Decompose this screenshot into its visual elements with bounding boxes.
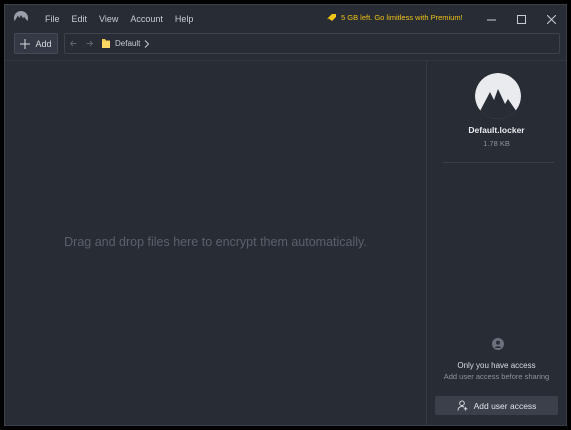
chevron-right-icon	[145, 39, 150, 48]
add-button-label: Add	[35, 38, 52, 49]
menu-bar: File Edit View Account Help	[39, 5, 199, 33]
close-icon	[546, 14, 556, 24]
details-divider	[443, 162, 554, 163]
toolbar: Add Default	[5, 33, 566, 61]
menu-help[interactable]: Help	[169, 14, 200, 24]
locker-details-panel: Default.locker 1.78 KB Only you have acc…	[427, 60, 566, 425]
add-button[interactable]: Add	[14, 33, 58, 54]
app-window: File Edit View Account Help 5 GB left. G…	[4, 4, 567, 426]
maximize-icon	[516, 14, 526, 24]
file-drop-zone[interactable]: Drag and drop files here to encrypt them…	[5, 60, 426, 425]
back-button[interactable]	[65, 34, 81, 53]
title-bar: File Edit View Account Help 5 GB left. G…	[5, 5, 566, 33]
plus-icon	[20, 38, 31, 49]
access-status-subtitle: Add user access before sharing	[443, 372, 550, 381]
breadcrumb: Default	[64, 33, 560, 54]
minimize-icon	[486, 19, 496, 20]
locker-mountain-icon	[475, 73, 521, 119]
access-status-title: Only you have access	[457, 361, 536, 370]
premium-promo-text: 5 GB left. Go limitless with Premium!	[341, 13, 463, 22]
breadcrumb-item-default[interactable]: Default	[115, 39, 140, 48]
arrow-left-icon	[69, 40, 76, 47]
arrow-right-icon	[86, 40, 93, 47]
maximize-button[interactable]	[506, 5, 536, 33]
folder-icon	[102, 39, 110, 48]
menu-view[interactable]: View	[93, 14, 124, 24]
add-user-access-button[interactable]: Add user access	[435, 396, 558, 415]
premium-promo-link[interactable]: 5 GB left. Go limitless with Premium!	[327, 13, 463, 22]
add-user-access-label: Add user access	[473, 400, 537, 411]
tag-icon	[327, 14, 336, 21]
user-avatar-icon	[492, 338, 504, 350]
minimize-button[interactable]	[476, 5, 506, 33]
forward-button[interactable]	[81, 34, 97, 53]
drop-zone-message: Drag and drop files here to encrypt them…	[64, 235, 367, 249]
menu-account[interactable]: Account	[124, 14, 169, 24]
menu-edit[interactable]: Edit	[66, 14, 94, 24]
menu-file[interactable]: File	[39, 14, 66, 24]
locker-size: 1.78 KB	[483, 139, 510, 148]
nordlocker-logo-icon	[13, 10, 29, 21]
close-button[interactable]	[536, 5, 566, 33]
add-user-icon	[457, 400, 467, 411]
window-controls	[476, 5, 566, 33]
locker-name: Default.locker	[468, 125, 525, 135]
